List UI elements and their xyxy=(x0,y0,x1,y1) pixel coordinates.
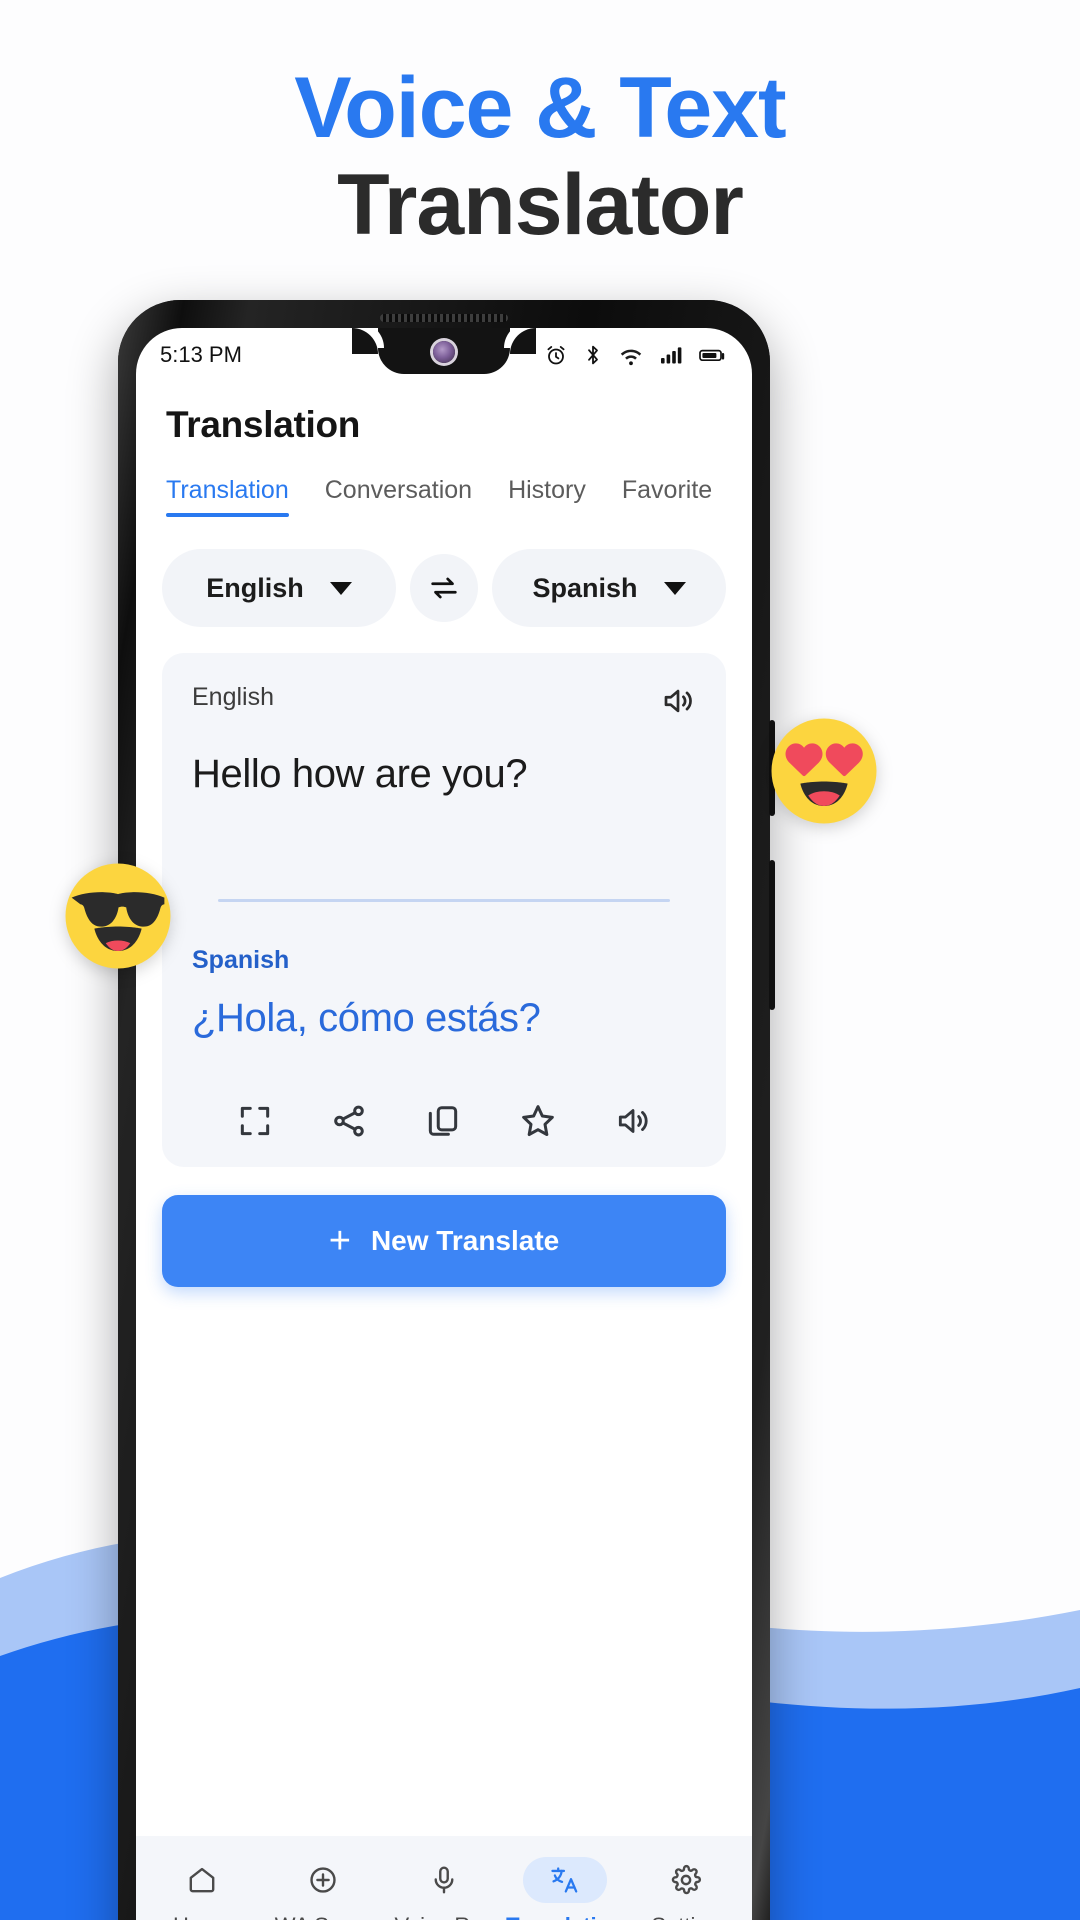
earpiece-speaker xyxy=(380,314,508,322)
nav-label-home: Home xyxy=(173,1913,232,1920)
front-camera xyxy=(433,341,455,363)
translation-card: English Hello how are you? Spanish ¿Hola… xyxy=(162,653,726,1167)
nav-item-wa-saver[interactable]: WA Saver xyxy=(264,1857,382,1920)
language-selector-row: English Spanish xyxy=(136,517,752,627)
nav-label-translation: Translation xyxy=(506,1913,623,1920)
new-translate-button[interactable]: + New Translate xyxy=(162,1195,726,1287)
nav-label-setting: Setting xyxy=(651,1913,720,1920)
volume-up-icon[interactable] xyxy=(660,683,696,719)
nav-label-wa-saver: WA Saver xyxy=(275,1913,372,1920)
promo-headline: Voice & Text Translator xyxy=(0,62,1080,256)
translate-icon-wrap xyxy=(522,1857,607,1903)
headline-line-1: Voice & Text xyxy=(294,60,786,156)
home-icon xyxy=(189,1867,215,1893)
microphone-icon xyxy=(434,1866,454,1894)
gear-icon xyxy=(671,1864,701,1895)
home-icon-wrap xyxy=(160,1857,244,1903)
chevron-down-icon xyxy=(663,581,686,595)
tab-history-label: History xyxy=(508,476,586,504)
share-icon[interactable] xyxy=(330,1102,368,1140)
bottom-navigation: Home WA Saver xyxy=(136,1836,752,1920)
microphone-icon-wrap xyxy=(402,1857,486,1903)
volume-button xyxy=(769,860,775,1010)
battery-icon xyxy=(699,349,725,362)
nav-label-voice-rec: Voice Rec xyxy=(394,1913,493,1920)
nav-item-voice-rec[interactable]: Voice Rec xyxy=(385,1857,503,1920)
cellular-signal-icon xyxy=(661,347,682,364)
translate-icon xyxy=(551,1867,578,1893)
target-label: Spanish xyxy=(192,946,290,974)
phone-screen: 5:13 PM Translation Translation Conversa… xyxy=(136,328,752,1920)
tab-history[interactable]: History xyxy=(508,476,586,517)
phone-mockup: 5:13 PM Translation Translation Conversa… xyxy=(118,300,775,1920)
fullscreen-icon[interactable] xyxy=(236,1102,274,1140)
swap-languages-button[interactable] xyxy=(410,554,478,622)
tab-translation[interactable]: Translation xyxy=(166,476,289,517)
app-bar: Translation xyxy=(136,382,752,446)
copy-icon[interactable] xyxy=(424,1102,462,1140)
tab-conversation[interactable]: Conversation xyxy=(325,476,472,517)
tab-conversation-label: Conversation xyxy=(324,476,473,504)
target-language-dropdown[interactable]: Spanish xyxy=(492,549,726,627)
card-divider xyxy=(218,899,670,902)
nav-item-home[interactable]: Home xyxy=(143,1857,261,1920)
new-translate-label: New Translate xyxy=(370,1225,560,1256)
source-language-label: English xyxy=(206,572,304,603)
wifi-icon xyxy=(620,349,642,366)
gear-icon-wrap xyxy=(644,1857,728,1903)
headline-line-2: Translator xyxy=(337,156,744,253)
nav-item-setting[interactable]: Setting xyxy=(627,1857,745,1920)
status-bar-time: 5:13 PM xyxy=(160,342,242,367)
bluetooth-icon xyxy=(588,345,598,365)
status-bar-icons xyxy=(544,343,726,367)
tab-translation-label: Translation xyxy=(166,476,289,504)
favorite-star-icon[interactable] xyxy=(518,1101,558,1141)
source-label: English xyxy=(192,683,274,711)
target-language-label: Spanish xyxy=(532,572,638,603)
tab-bar: Translation Conversation History Favorit… xyxy=(136,446,752,517)
alarm-icon xyxy=(547,346,565,365)
nav-item-translation[interactable]: Translation xyxy=(506,1857,624,1920)
promo-screenshot: Voice & Text Translator 5:13 PM Translat… xyxy=(0,0,1080,1920)
source-text: Hello how are you? xyxy=(192,752,528,796)
chevron-down-icon xyxy=(329,581,352,595)
target-text: ¿Hola, cómo estás? xyxy=(192,996,541,1040)
source-header: English xyxy=(192,683,696,719)
plus-icon: + xyxy=(328,1220,351,1262)
swap-horizontal-icon xyxy=(431,577,457,599)
heart-eyes-emoji xyxy=(768,715,880,827)
sunglasses-emoji xyxy=(62,860,174,972)
tab-favorite[interactable]: Favorite xyxy=(622,476,712,517)
volume-up-icon[interactable] xyxy=(614,1102,652,1140)
page-title: Translation xyxy=(166,404,361,445)
source-language-dropdown[interactable]: English xyxy=(162,549,396,627)
tab-favorite-label: Favorite xyxy=(621,476,713,504)
add-circle-icon-wrap xyxy=(281,1857,365,1903)
card-actions xyxy=(192,1101,696,1141)
add-circle-icon xyxy=(310,1867,336,1893)
